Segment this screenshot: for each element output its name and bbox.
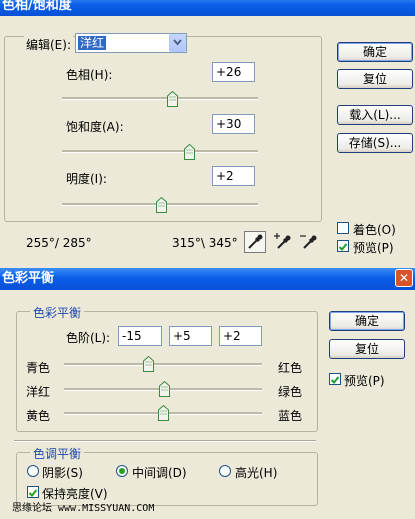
edit-label: 编辑(E):	[24, 36, 73, 53]
hue-reset-button[interactable]: 复位	[337, 69, 413, 89]
slider-red-label: 红色	[278, 361, 303, 375]
balance-dialog-title: 色彩平衡	[2, 271, 55, 286]
slider-magenta-label: 洋红	[26, 385, 51, 399]
saturation-value-field[interactable]: +30	[212, 114, 255, 134]
colorize-label: 着色(O)	[353, 223, 396, 237]
preserve-luminosity-checkbox[interactable]	[27, 486, 39, 498]
hue-dialog-titlebar[interactable]: 色相/饱和度	[0, 0, 415, 16]
levels-label: 色阶(L):	[66, 331, 111, 345]
cyan-red-slider-track[interactable]	[64, 363, 262, 366]
midtones-label: 中间调(D)	[132, 466, 187, 480]
edit-channel-select[interactable]: 洋红	[75, 33, 187, 53]
lightness-label: 明度(I):	[66, 172, 107, 186]
section-separator	[14, 440, 316, 442]
slider-cyan-label: 青色	[26, 361, 51, 375]
balance-preview-checkbox[interactable]	[329, 373, 341, 385]
tone-balance-group-title: 色调平衡	[30, 445, 85, 462]
midtones-radio[interactable]	[116, 465, 128, 477]
save-button[interactable]: 存储(S)...	[337, 133, 413, 153]
range-left-readout: 255°/ 285°	[26, 236, 92, 250]
load-button[interactable]: 载入(L)...	[337, 105, 413, 125]
hue-slider-thumb[interactable]	[166, 91, 178, 107]
eyedropper-minus-icon[interactable]	[298, 231, 320, 253]
color-balance-group-title: 色彩平衡	[30, 304, 85, 321]
shadows-radio[interactable]	[27, 465, 39, 477]
hue-settings-group	[4, 36, 322, 222]
chevron-down-icon[interactable]	[169, 34, 186, 52]
hue-label: 色相(H):	[66, 68, 113, 82]
dialog-gap	[0, 258, 415, 268]
highlights-radio[interactable]	[219, 465, 231, 477]
saturation-label: 饱和度(A):	[66, 120, 124, 134]
balance-preview-label: 预览(P)	[344, 374, 385, 388]
hue-ok-button[interactable]: 确定	[337, 42, 413, 62]
highlights-label: 高光(H)	[235, 466, 278, 480]
level-magenta-green-field[interactable]: +5	[169, 326, 212, 346]
saturation-slider-track[interactable]	[62, 150, 258, 153]
level-yellow-blue-field[interactable]: +2	[219, 326, 262, 346]
level-cyan-red-field[interactable]: -15	[118, 326, 162, 346]
lightness-slider-thumb[interactable]	[156, 197, 168, 213]
slider-green-label: 绿色	[278, 385, 303, 399]
cyan-red-slider-thumb[interactable]	[142, 356, 154, 372]
colorize-checkbox[interactable]	[337, 222, 349, 234]
hue-dialog-title: 色相/饱和度	[2, 0, 72, 13]
shadows-label: 阴影(S)	[42, 466, 83, 480]
saturation-slider-thumb[interactable]	[183, 144, 195, 160]
site-watermark: 思缘论坛 www.MISSYUAN.COM	[12, 503, 155, 514]
slider-yellow-label: 黄色	[26, 409, 51, 423]
hue-preview-checkbox[interactable]	[337, 240, 349, 252]
range-right-readout: 315°\ 345°	[172, 236, 238, 250]
eyedropper-icon[interactable]	[244, 231, 266, 253]
hue-value-field[interactable]: +26	[212, 62, 255, 82]
eyedropper-plus-icon[interactable]	[272, 231, 294, 253]
magenta-green-slider-thumb[interactable]	[159, 381, 171, 397]
hue-preview-label: 预览(P)	[353, 241, 394, 255]
hue-slider-track[interactable]	[62, 97, 258, 100]
balance-dialog-titlebar[interactable]: 色彩平衡 ✕	[0, 268, 415, 290]
balance-reset-button[interactable]: 复位	[329, 339, 405, 359]
balance-ok-button[interactable]: 确定	[329, 311, 405, 331]
lightness-value-field[interactable]: +2	[212, 166, 255, 186]
yellow-blue-slider-thumb[interactable]	[158, 405, 170, 421]
close-icon[interactable]: ✕	[395, 269, 413, 287]
edit-channel-value: 洋红	[78, 36, 107, 50]
slider-blue-label: 蓝色	[278, 409, 303, 423]
